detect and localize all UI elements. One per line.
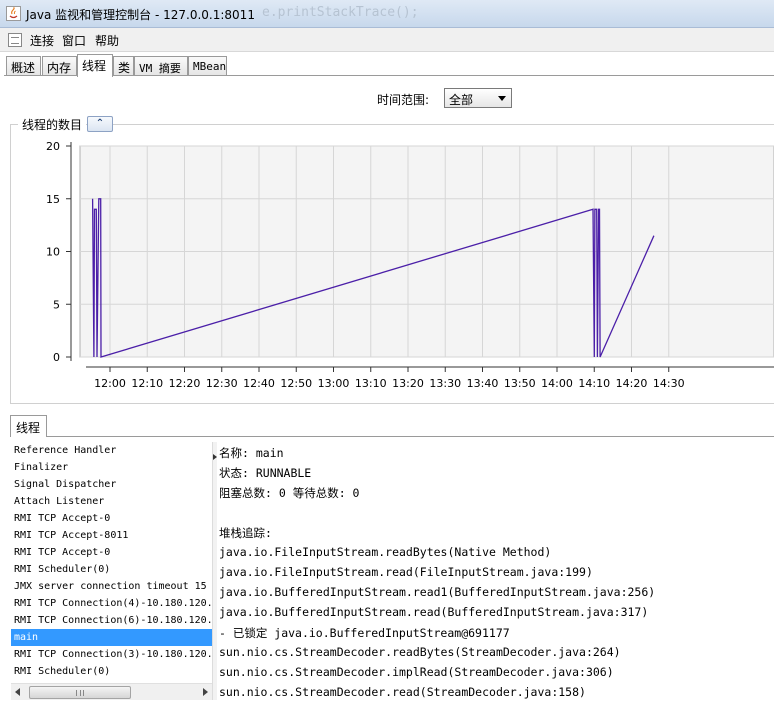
thread-list-item[interactable]: RMI TCP Accept-0 [11, 510, 212, 527]
tab-overview[interactable]: 概述 [6, 56, 41, 76]
tab-mbean[interactable]: MBean [188, 56, 227, 76]
thread-count-panel [10, 124, 774, 404]
scroll-left-icon[interactable] [15, 688, 20, 696]
title-bar: Java 监视和管理控制台 - 127.0.0.1:8011 e.printSt… [0, 0, 774, 28]
stack-lock-line: - 已锁定 java.io.BufferedInputStream@691177 [219, 626, 510, 640]
thread-list-item[interactable]: RMI TCP Connection(4)-10.180.120. [11, 595, 212, 612]
tab-classes[interactable]: 类 [113, 56, 134, 76]
thread-list-item[interactable]: RMI TCP Accept-8011 [11, 527, 212, 544]
horizontal-scrollbar[interactable] [11, 683, 212, 700]
thread-list-item[interactable]: Finalizer [11, 459, 212, 476]
thread-list-item[interactable]: RMI Scheduler(0) [11, 561, 212, 578]
stack-frame: sun.nio.cs.StreamDecoder.readBytes(Strea… [219, 645, 621, 659]
time-range-dropdown[interactable]: 全部 [444, 88, 512, 108]
menu-help[interactable]: 帮助 [95, 32, 119, 49]
thread-tab-divider [10, 436, 774, 437]
time-range-label: 时间范围: [377, 93, 430, 107]
dropdown-arrow-icon [498, 96, 506, 101]
java-coffee-icon [6, 6, 21, 21]
stack-frame: java.io.FileInputStream.read(FileInputSt… [219, 565, 593, 579]
scroll-right-icon[interactable] [203, 688, 208, 696]
thread-state: 状态: RUNNABLE [219, 466, 312, 480]
thread-list-item[interactable]: RMI TCP Connection(3)-10.180.120. [11, 646, 212, 663]
menu-window[interactable]: 窗口 [62, 32, 86, 49]
grip-icon [76, 690, 84, 696]
thread-counts: 阻塞总数: 0 等待总数: 0 [219, 486, 360, 500]
thread-list-item[interactable]: RMI TCP Accept-0 [11, 544, 212, 561]
stack-frame: java.io.BufferedInputStream.read1(Buffer… [219, 585, 656, 599]
chart-title: 线程的数目 [18, 116, 87, 133]
menu-connection[interactable]: 连接 [30, 32, 54, 49]
menu-bar: 连接 窗口 帮助 [0, 28, 774, 52]
thread-detail: 名称: main 状态: RUNNABLE 阻塞总数: 0 等待总数: 0 堆栈… [219, 442, 774, 700]
scrollbar-thumb[interactable] [29, 686, 131, 699]
double-chevron-up-icon[interactable]: ⌃ [87, 116, 113, 132]
window-title: Java 监视和管理控制台 - 127.0.0.1:8011 [26, 8, 255, 22]
expand-arrow-icon[interactable] [213, 454, 217, 460]
stack-frame: sun.nio.cs.StreamDecoder.read(StreamDeco… [219, 685, 586, 699]
thread-list-item[interactable]: Signal Dispatcher [11, 476, 212, 493]
thread-name: 名称: main [219, 446, 284, 460]
thread-list-item[interactable]: main [11, 629, 212, 646]
thread-list[interactable]: Reference Handler Finalizer Signal Dispatc… [11, 442, 212, 680]
document-icon[interactable] [8, 33, 22, 47]
background-window-code: e.printStackTrace(); [262, 5, 419, 20]
tab-thread-list[interactable]: 线程 [10, 415, 47, 437]
time-range-value: 全部 [449, 93, 474, 107]
thread-list-item[interactable]: RMI Scheduler(0) [11, 663, 212, 680]
thread-list-item[interactable]: Attach Listener [11, 493, 212, 510]
stack-frame: java.io.FileInputStream.readBytes(Native… [219, 545, 552, 559]
stack-trace-header: 堆栈追踪: [219, 526, 272, 540]
thread-list-item[interactable]: JMX server connection timeout 15 [11, 578, 212, 595]
thread-list-item[interactable]: RMI TCP Connection(6)-10.180.120. [11, 612, 212, 629]
tab-vm-summary[interactable]: VM 摘要 [134, 56, 188, 76]
stack-frame: java.io.BufferedInputStream.read(Buffere… [219, 605, 649, 619]
tab-divider [4, 75, 774, 76]
stack-frame: sun.nio.cs.StreamDecoder.implRead(Stream… [219, 665, 614, 679]
tab-threads[interactable]: 线程 [77, 54, 113, 77]
thread-list-item[interactable]: Reference Handler [11, 442, 212, 459]
split-divider[interactable] [212, 442, 217, 700]
tab-memory[interactable]: 内存 [42, 56, 77, 76]
